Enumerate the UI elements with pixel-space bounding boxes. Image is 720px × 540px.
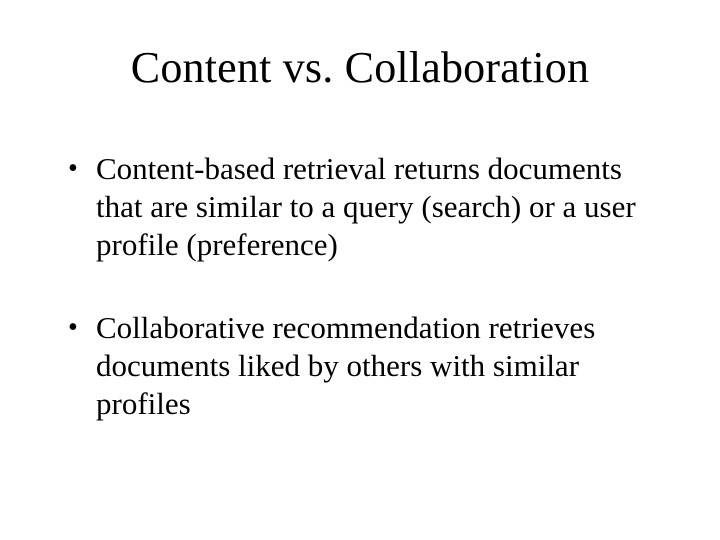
slide-body: Content-based retrieval returns document… xyxy=(62,150,650,469)
slide: Content vs. Collaboration Content-based … xyxy=(0,0,720,540)
list-item: Content-based retrieval returns document… xyxy=(62,150,650,263)
slide-title: Content vs. Collaboration xyxy=(0,42,720,93)
bullet-list: Content-based retrieval returns document… xyxy=(62,150,650,423)
list-item: Collaborative recommendation retrieves d… xyxy=(62,309,650,422)
